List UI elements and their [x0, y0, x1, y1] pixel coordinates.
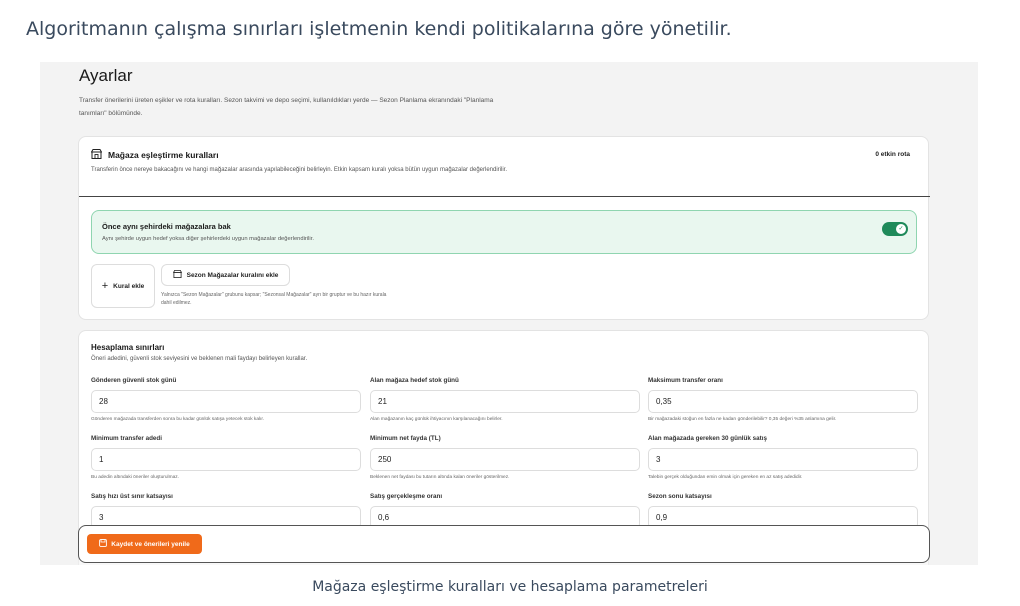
field-sender-safety-stock: Gönderen güvenli stok günü Gönderen mağa… — [91, 377, 361, 422]
same-city-toggle[interactable]: ✓ — [882, 222, 908, 236]
field-min-transfer-qty: Minimum transfer adedi Bu adedin altında… — [91, 435, 361, 480]
divider — [79, 196, 930, 197]
store-icon — [172, 270, 182, 280]
field-hint: Alan mağazanın kaç günlük ihtiyacının ka… — [370, 417, 503, 422]
field-label: Minimum net fayda (TL) — [370, 435, 441, 442]
same-city-rule-title: Önce aynı şehirdeki mağazalara bak — [102, 222, 231, 231]
caption-top: Algoritmanın çalışma sınırları işletmeni… — [26, 18, 732, 40]
matching-rules-subtitle: Transferin önce nereye bakacağını ve han… — [91, 167, 508, 173]
calculation-limits-title: Hesaplama sınırları — [91, 343, 165, 352]
save-icon — [99, 539, 108, 549]
field-label: Sezon sonu katsayısı — [648, 493, 712, 500]
same-city-rule-subtitle: Aynı şehirde uygun hedef yoksa diğer şeh… — [102, 236, 314, 242]
field-label: Alan mağazada gereken 30 günlük satış — [648, 435, 767, 442]
save-button-label: Kaydet ve önerileri yenile — [111, 540, 190, 548]
plus-icon: + — [101, 280, 109, 292]
save-bar: Kaydet ve önerileri yenile — [78, 525, 930, 563]
field-hint: Talebin gerçek olduğundan emin olmak içi… — [648, 475, 803, 480]
page-description: Transfer önerilerini üreten eşikler ve r… — [79, 97, 494, 117]
page-title: Ayarlar — [79, 66, 133, 85]
app-screenshot: Ayarlar Transfer önerilerini üreten eşik… — [40, 62, 978, 565]
field-label: Satış gerçekleşme oranı — [370, 493, 443, 500]
matching-rules-title: Mağaza eşleştirme kuralları — [108, 150, 219, 160]
sender-safety-stock-input[interactable] — [91, 390, 361, 413]
field-label: Gönderen güvenli stok günü — [91, 377, 177, 384]
caption-bottom: Mağaza eşleştirme kuralları ve hesaplama… — [312, 579, 708, 595]
field-hint: Bir mağazadaki stoğun en fazla ne kadarı… — [648, 417, 837, 422]
calculation-limits-subtitle: Öneri adedini, güvenli stok seviyesini v… — [91, 356, 308, 362]
field-target-stock-days: Alan mağaza hedef stok günü Alan mağazan… — [370, 377, 640, 422]
save-and-refresh-button[interactable]: Kaydet ve önerileri yenile — [87, 534, 202, 554]
field-label: Maksimum transfer oranı — [648, 377, 723, 384]
target-stock-days-input[interactable] — [370, 390, 640, 413]
field-sales-speed-cap: Satış hızı üst sınır katsayısı — [91, 493, 361, 529]
field-max-transfer-ratio: Maksimum transfer oranı Bir mağazadaki s… — [648, 377, 918, 422]
field-season-end-factor: Sezon sonu katsayısı — [648, 493, 918, 529]
min-net-benefit-input[interactable] — [370, 448, 640, 471]
field-label: Satış hızı üst sınır katsayısı — [91, 493, 173, 500]
required-30day-sales-input[interactable] — [648, 448, 918, 471]
active-route-count: 0 etkin rota — [875, 151, 910, 158]
max-transfer-ratio-input[interactable] — [648, 390, 918, 413]
field-sales-realization-ratio: Satış gerçekleşme oranı — [370, 493, 640, 529]
field-hint: Gönderen mağazada transferden sonra bu k… — [91, 417, 265, 422]
add-rule-button[interactable]: + Kural ekle — [91, 264, 155, 308]
same-city-rule: Önce aynı şehirdeki mağazalara bak Aynı … — [91, 210, 917, 254]
add-season-rule-button[interactable]: Sezon Mağazalar kuralını ekle — [161, 264, 290, 286]
field-min-net-benefit: Minimum net fayda (TL) Beklenen net fayd… — [370, 435, 640, 480]
matching-rules-heading: Mağaza eşleştirme kuralları — [90, 149, 219, 161]
field-label: Minimum transfer adedi — [91, 435, 163, 442]
matching-rules-card: Mağaza eşleştirme kuralları Transferin ö… — [78, 136, 930, 320]
min-transfer-qty-input[interactable] — [91, 448, 361, 471]
field-label: Alan mağaza hedef stok günü — [370, 377, 459, 384]
field-hint: Beklenen net faydası bu tutarın altında … — [370, 475, 510, 480]
add-season-rule-label: Sezon Mağazalar kuralını ekle — [186, 271, 279, 279]
field-required-30day-sales: Alan mağazada gereken 30 günlük satış Ta… — [648, 435, 918, 480]
store-icon — [90, 149, 103, 161]
field-hint: Bu adedin altındaki öneriler oluşturulma… — [91, 475, 179, 480]
season-rule-note: Yalnızca "Sezon Mağazalar" grubunu kapsa… — [161, 292, 387, 306]
check-icon: ✓ — [896, 224, 906, 234]
add-rule-label: Kural ekle — [113, 282, 145, 290]
